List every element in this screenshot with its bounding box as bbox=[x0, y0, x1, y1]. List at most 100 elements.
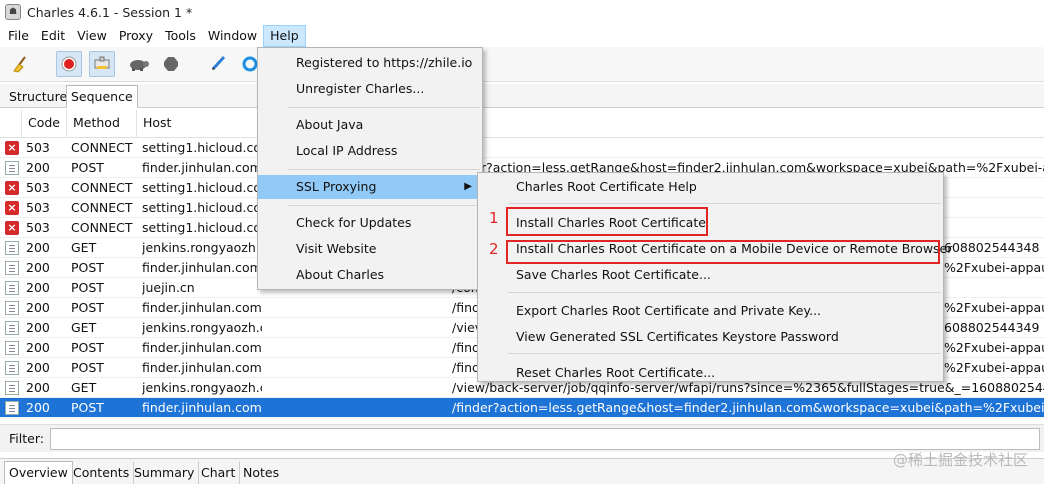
document-icon bbox=[5, 261, 19, 275]
cell-method: CONNECT bbox=[71, 140, 133, 155]
menu-item-ssl-proxying[interactable]: SSL Proxying ▶ bbox=[258, 175, 482, 199]
cell-method: POST bbox=[71, 160, 104, 175]
cell-code: 503 bbox=[26, 140, 50, 155]
menu-item-unregister[interactable]: Unregister Charles... bbox=[258, 77, 482, 101]
menu-view[interactable]: View bbox=[71, 25, 113, 47]
cell-code: 200 bbox=[26, 300, 50, 315]
cell-host: setting1.hicloud.com bbox=[142, 200, 262, 215]
cell-host: jenkins.rongyaozh.com bbox=[142, 240, 262, 255]
filter-label: Filter: bbox=[9, 431, 44, 446]
table-row[interactable]: 200 POST finder.jinhulan.com/finder?action… bbox=[0, 398, 1044, 418]
menu-tools[interactable]: Tools bbox=[159, 25, 202, 47]
document-icon bbox=[5, 321, 19, 335]
menu-item-root-cert-help[interactable]: Charles Root Certificate Help bbox=[478, 175, 943, 199]
menu-item-registered[interactable]: Registered to https://zhile.io bbox=[258, 51, 482, 75]
tab-summary[interactable]: Summary bbox=[129, 461, 200, 484]
cell-method: CONNECT bbox=[71, 220, 133, 235]
cell-path: %2Fxubei-appauth bbox=[944, 260, 1044, 275]
menu-bar: File Edit View Proxy Tools Window Help bbox=[0, 24, 1044, 47]
document-icon bbox=[5, 301, 19, 315]
header-method[interactable]: Method bbox=[67, 110, 137, 138]
menu-separator bbox=[508, 203, 941, 204]
pen-icon[interactable] bbox=[205, 51, 231, 77]
cell-code: 200 bbox=[26, 340, 50, 355]
tab-chart[interactable]: Chart bbox=[196, 461, 241, 484]
menu-item-export-cert-key[interactable]: Export Charles Root Certificate and Priv… bbox=[478, 299, 943, 323]
submenu-arrow-icon: ▶ bbox=[464, 181, 472, 192]
header-icon-column bbox=[0, 110, 22, 138]
cell-method: CONNECT bbox=[71, 200, 133, 215]
filter-input[interactable] bbox=[49, 427, 1040, 450]
document-icon bbox=[5, 401, 19, 415]
tab-sequence[interactable]: Sequence bbox=[66, 85, 138, 108]
cell-path: 608802544348 bbox=[944, 240, 1040, 255]
toolbar bbox=[0, 47, 1044, 82]
document-icon bbox=[5, 241, 19, 255]
error-icon: × bbox=[5, 141, 19, 155]
table-header: Code Method Host bbox=[0, 110, 1044, 138]
menu-help[interactable]: Help bbox=[263, 24, 306, 47]
window-title: Charles 4.6.1 - Session 1 * bbox=[27, 4, 193, 20]
annotation-box-2 bbox=[506, 240, 940, 264]
filter-bar: Filter: bbox=[0, 424, 1044, 452]
menu-item-local-ip[interactable]: Local IP Address bbox=[258, 139, 482, 163]
document-icon bbox=[5, 341, 19, 355]
watermark: @稀土掘金技术社区 bbox=[892, 451, 1028, 469]
cell-code: 503 bbox=[26, 180, 50, 195]
cell-method: POST bbox=[71, 360, 104, 375]
menu-edit[interactable]: Edit bbox=[35, 25, 71, 47]
charles-app-icon: ☗ bbox=[5, 4, 21, 20]
view-tabs: Structure Sequence bbox=[0, 84, 1044, 108]
menu-separator bbox=[288, 169, 480, 170]
turtle-icon[interactable] bbox=[126, 51, 152, 77]
menu-file[interactable]: File bbox=[2, 25, 35, 47]
menu-separator bbox=[288, 107, 480, 108]
broom-icon[interactable] bbox=[8, 51, 34, 77]
hexagon-stop-icon[interactable] bbox=[158, 51, 184, 77]
menu-proxy[interactable]: Proxy bbox=[113, 25, 159, 47]
cell-code: 503 bbox=[26, 220, 50, 235]
cell-host: finder.jinhulan.com bbox=[142, 400, 262, 415]
menu-item-visit-website[interactable]: Visit Website bbox=[258, 237, 482, 261]
cell-code: 503 bbox=[26, 200, 50, 215]
header-code[interactable]: Code bbox=[22, 110, 67, 138]
table-row[interactable]: × 503 CONNECT setting1.hicloud.com bbox=[0, 138, 1044, 158]
cell-code: 200 bbox=[26, 260, 50, 275]
menu-separator bbox=[508, 292, 941, 293]
cell-code: 200 bbox=[26, 400, 50, 415]
cell-host: finder.jinhulan.com bbox=[142, 260, 262, 275]
cell-code: 200 bbox=[26, 380, 50, 395]
cell-host: jenkins.rongyaozh.com bbox=[142, 320, 262, 335]
menu-separator bbox=[508, 353, 941, 354]
menu-window[interactable]: Window bbox=[202, 25, 263, 47]
document-icon bbox=[5, 381, 19, 395]
cell-method: POST bbox=[71, 400, 104, 415]
menu-item-about-java[interactable]: About Java bbox=[258, 113, 482, 137]
cell-host: finder.jinhulan.com bbox=[142, 160, 262, 175]
tab-overview[interactable]: Overview bbox=[4, 461, 73, 484]
menu-item-about-charles[interactable]: About Charles bbox=[258, 263, 482, 287]
error-icon: × bbox=[5, 221, 19, 235]
annotation-number-2: 2 bbox=[489, 240, 499, 258]
cell-host: setting1.hicloud.com bbox=[142, 220, 262, 235]
tab-contents[interactable]: Contents bbox=[68, 461, 135, 484]
menu-item-reset-root-cert[interactable]: Reset Charles Root Certificate... bbox=[478, 361, 943, 385]
cell-path-overflow: %2Fxubei-appauth bbox=[944, 360, 1044, 375]
record-icon[interactable] bbox=[56, 51, 82, 77]
cell-path-overflow: %2Fxubei-appauth bbox=[944, 340, 1044, 355]
document-icon bbox=[5, 361, 19, 375]
menu-item-check-updates[interactable]: Check for Updates bbox=[258, 211, 482, 235]
tab-notes[interactable]: Notes bbox=[238, 461, 284, 484]
error-icon: × bbox=[5, 201, 19, 215]
error-icon: × bbox=[5, 181, 19, 195]
menu-item-save-root-cert[interactable]: Save Charles Root Certificate... bbox=[478, 263, 943, 287]
title-bar: ☗ Charles 4.6.1 - Session 1 * bbox=[0, 0, 1044, 24]
menu-item-view-keystore-password[interactable]: View Generated SSL Certificates Keystore… bbox=[478, 325, 943, 349]
tab-structure[interactable]: Structure bbox=[4, 85, 72, 108]
cell-method: POST bbox=[71, 260, 104, 275]
cell-host: setting1.hicloud.com bbox=[142, 180, 262, 195]
menu-separator bbox=[288, 205, 480, 206]
cell-method: GET bbox=[71, 240, 97, 255]
help-menu: Registered to https://zhile.io Unregiste… bbox=[257, 47, 483, 290]
throttle-icon[interactable] bbox=[89, 51, 115, 77]
